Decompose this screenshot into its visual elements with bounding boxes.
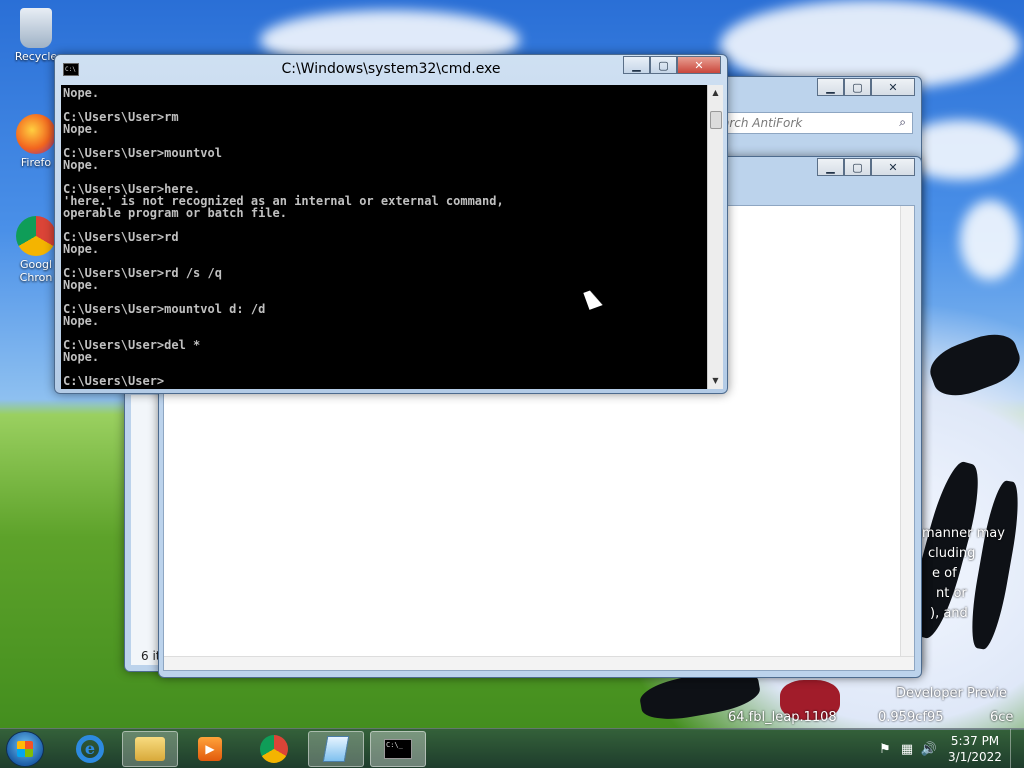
close-button[interactable]: ✕ xyxy=(871,158,915,176)
chrome-icon xyxy=(16,216,56,256)
file-explorer-icon xyxy=(135,737,165,761)
console-scrollbar[interactable]: ▲ ▼ xyxy=(707,85,723,389)
firefox-icon xyxy=(16,114,56,154)
taskbar-chrome[interactable] xyxy=(246,731,302,767)
watermark-text: ), and xyxy=(930,606,968,621)
watermark-text: manner may xyxy=(922,526,1005,541)
clock-date: 3/1/2022 xyxy=(948,750,1002,764)
taskbar-cmd[interactable]: C:\_ xyxy=(370,731,426,767)
desktop-icon-label: Recycle xyxy=(14,50,58,63)
system-tray: ⚑ ▦ 🔊 5:37 PM 3/1/2022 xyxy=(874,729,1024,768)
cmd-icon: C:\_ xyxy=(384,739,412,759)
minimize-button[interactable]: ▁ xyxy=(817,158,844,176)
watermark-text: e of xyxy=(932,566,957,581)
taskbar: e ▶ C:\_ ⚑ ▦ 🔊 5:37 PM 3/1/2022 xyxy=(0,728,1024,768)
taskbar-media-player[interactable]: ▶ xyxy=(182,731,238,767)
scroll-thumb[interactable] xyxy=(710,111,722,129)
horizontal-scrollbar[interactable] xyxy=(164,656,914,670)
windows-logo-icon xyxy=(17,741,33,757)
maximize-button[interactable]: ▢ xyxy=(844,78,871,96)
close-button[interactable]: ✕ xyxy=(677,56,721,74)
maximize-button[interactable]: ▢ xyxy=(844,158,871,176)
build-info-text: 0.959cf95 xyxy=(878,710,944,725)
desktop-icon-label: Firefo xyxy=(20,156,52,169)
search-icon: ⌕ xyxy=(899,115,906,129)
minimize-button[interactable]: ▁ xyxy=(623,56,650,74)
volume-icon[interactable]: 🔊 xyxy=(918,742,940,757)
scroll-down-arrow-icon[interactable]: ▼ xyxy=(708,373,723,389)
watermark-text: cluding xyxy=(928,546,976,561)
taskbar-internet-explorer[interactable]: e xyxy=(62,731,118,767)
cmd-window[interactable]: C:\ C:\Windows\system32\cmd.exe ▁ ▢ ✕ No… xyxy=(54,54,728,394)
navigation-pane[interactable] xyxy=(131,395,161,665)
recycle-bin-icon xyxy=(20,8,52,48)
taskbar-notepad[interactable] xyxy=(308,731,364,767)
network-icon[interactable]: ▦ xyxy=(896,742,918,757)
window-controls: ▁ ▢ ✕ xyxy=(817,78,915,96)
minimize-button[interactable]: ▁ xyxy=(817,78,844,96)
console-text: Nope. C:\Users\User>rm Nope. C:\Users\Us… xyxy=(63,86,504,388)
close-button[interactable]: ✕ xyxy=(871,78,915,96)
console-output[interactable]: Nope. C:\Users\User>rm Nope. C:\Users\Us… xyxy=(61,85,707,389)
taskbar-file-explorer[interactable] xyxy=(122,731,178,767)
build-info-text: Developer Previe xyxy=(896,686,1007,701)
maximize-button[interactable]: ▢ xyxy=(650,56,677,74)
show-desktop-button[interactable] xyxy=(1010,729,1024,768)
search-placeholder: arch AntiFork xyxy=(722,116,803,130)
search-input[interactable]: arch AntiFork ⌕ xyxy=(715,112,913,134)
vertical-scrollbar[interactable] xyxy=(900,206,914,670)
window-controls: ▁ ▢ ✕ xyxy=(817,158,915,176)
build-info-text: 64.fbl_leap.1108 xyxy=(728,710,837,725)
watermark-text: nt or xyxy=(936,586,967,601)
scroll-up-arrow-icon[interactable]: ▲ xyxy=(708,85,723,101)
internet-explorer-icon: e xyxy=(76,735,104,763)
build-info-text: 6ce xyxy=(990,710,1014,725)
system-clock[interactable]: 5:37 PM 3/1/2022 xyxy=(940,733,1010,765)
chrome-icon xyxy=(260,735,288,763)
cloud xyxy=(960,200,1020,280)
desktop-icon-label: Googl Chron xyxy=(19,258,53,284)
clock-time: 5:37 PM xyxy=(950,734,1000,748)
notepad-icon xyxy=(322,736,350,762)
window-controls: ▁ ▢ ✕ xyxy=(623,56,721,74)
start-button[interactable] xyxy=(6,731,44,767)
media-player-icon: ▶ xyxy=(198,737,222,761)
action-center-flag-icon[interactable]: ⚑ xyxy=(874,742,896,757)
